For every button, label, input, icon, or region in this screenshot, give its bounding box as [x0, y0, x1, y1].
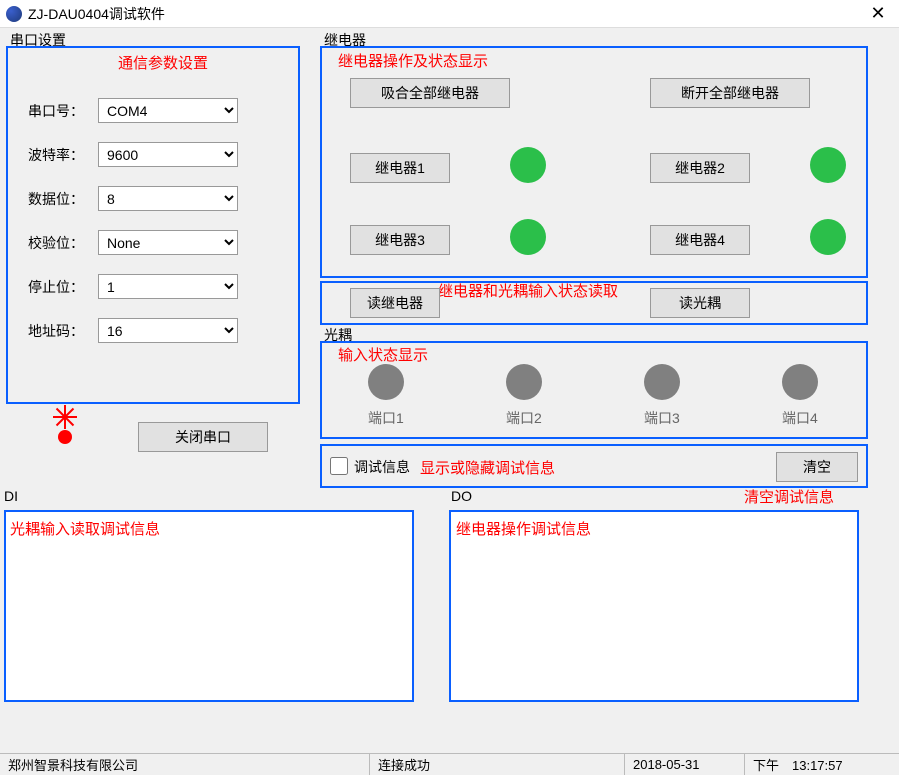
debug-checkbox[interactable]: [330, 457, 348, 475]
opto3-label: 端口3: [644, 408, 680, 428]
debug-annot: 显示或隐藏调试信息: [420, 457, 555, 478]
relay3-status-icon: [510, 219, 546, 255]
clear-button[interactable]: 清空: [776, 452, 858, 482]
opto2-label: 端口2: [506, 408, 542, 428]
do-annot: 继电器操作调试信息: [456, 518, 591, 539]
port-select[interactable]: COM4: [98, 98, 238, 123]
status-date: 2018-05-31: [625, 754, 745, 775]
parity-select[interactable]: None: [98, 230, 238, 255]
close-all-relay-button[interactable]: 吸合全部继电器: [350, 78, 510, 108]
data-select[interactable]: 8: [98, 186, 238, 211]
opto-annot: 输入状态显示: [338, 344, 428, 365]
window-title: ZJ-DAU0404调试软件: [28, 4, 863, 24]
opto3-status-icon: [644, 364, 680, 400]
read-opto-button[interactable]: 读光耦: [650, 288, 750, 318]
stop-label: 停止位：: [28, 277, 88, 297]
status-connection: 连接成功: [370, 754, 625, 775]
open-all-relay-button[interactable]: 断开全部继电器: [650, 78, 810, 108]
relay-annot: 继电器操作及状态显示: [338, 50, 488, 71]
opto4-status-icon: [782, 364, 818, 400]
baud-select[interactable]: 9600: [98, 142, 238, 167]
opto1-label: 端口1: [368, 408, 404, 428]
status-bar: 郑州智景科技有限公司 连接成功 2018-05-31 下午 13:17:57: [0, 753, 899, 775]
relay2-button[interactable]: 继电器2: [650, 153, 750, 183]
serial-annot: 通信参数设置: [118, 52, 208, 73]
relay1-status-icon: [510, 147, 546, 183]
opto4-label: 端口4: [782, 408, 818, 428]
baud-label: 波特率：: [28, 145, 88, 165]
read-relay-button[interactable]: 读继电器: [350, 288, 440, 318]
status-time: 下午 13:17:57: [745, 754, 899, 775]
close-icon[interactable]: ✕: [863, 3, 893, 24]
stop-select[interactable]: 1: [98, 274, 238, 299]
opto2-status-icon: [506, 364, 542, 400]
parity-label: 校验位：: [28, 233, 88, 253]
di-group-label: DI: [0, 488, 22, 504]
addr-label: 地址码：: [28, 321, 88, 341]
relay2-status-icon: [810, 147, 846, 183]
clear-annot: 清空调试信息: [744, 486, 834, 507]
close-port-button[interactable]: 关闭串口: [138, 422, 268, 452]
do-group-label: DO: [447, 488, 476, 504]
di-annot: 光耦输入读取调试信息: [10, 518, 160, 539]
data-label: 数据位：: [28, 189, 88, 209]
title-bar: ZJ-DAU0404调试软件 ✕: [0, 0, 899, 28]
connection-status-icon: [50, 422, 80, 452]
port-label: 串口号：: [28, 101, 88, 121]
opto1-status-icon: [368, 364, 404, 400]
debug-chk-label: 调试信息: [354, 457, 410, 477]
app-logo-icon: [6, 6, 22, 22]
relay4-status-icon: [810, 219, 846, 255]
read-annot: 继电器和光耦输入状态读取: [438, 280, 618, 301]
relay3-button[interactable]: 继电器3: [350, 225, 450, 255]
relay4-button[interactable]: 继电器4: [650, 225, 750, 255]
status-company: 郑州智景科技有限公司: [0, 754, 370, 775]
relay1-button[interactable]: 继电器1: [350, 153, 450, 183]
addr-select[interactable]: 16: [98, 318, 238, 343]
